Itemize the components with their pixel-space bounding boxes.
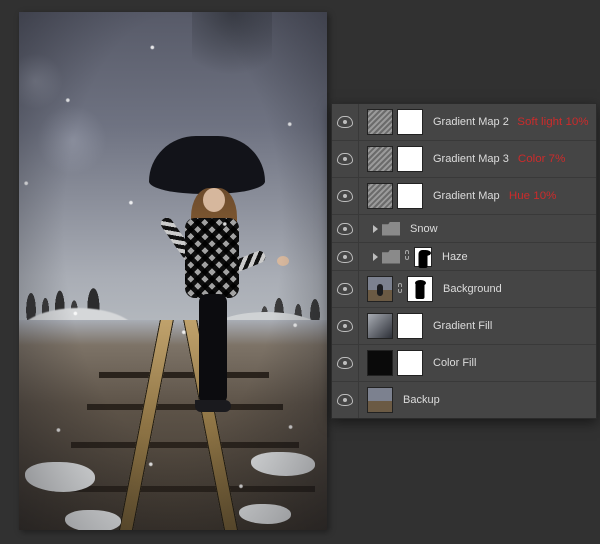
- fill-thumb[interactable]: [367, 350, 393, 376]
- mask-thumb[interactable]: [397, 313, 423, 339]
- layer-label[interactable]: Background: [443, 283, 502, 295]
- eye-icon: [337, 116, 353, 128]
- layer-group-snow[interactable]: Snow: [332, 215, 596, 243]
- layer-backup[interactable]: Backup: [332, 382, 596, 418]
- mask-thumb[interactable]: [397, 109, 423, 135]
- adjustment-thumb[interactable]: [367, 109, 393, 135]
- visibility-toggle[interactable]: [332, 104, 359, 140]
- link-icon: [404, 249, 410, 264]
- layer-label[interactable]: Snow: [410, 223, 438, 235]
- blend-annotation: Hue 10%: [509, 190, 557, 202]
- layer-label[interactable]: Gradient Map 2: [433, 116, 509, 128]
- layer-group-haze[interactable]: Haze: [332, 243, 596, 271]
- folder-icon[interactable]: [382, 222, 400, 236]
- vignette: [19, 12, 327, 530]
- visibility-toggle[interactable]: [332, 141, 359, 177]
- layer-label[interactable]: Gradient Fill: [433, 320, 492, 332]
- layer-color-fill[interactable]: Color Fill: [332, 345, 596, 382]
- link-icon: [397, 282, 403, 297]
- layer-label[interactable]: Gradient Map: [433, 190, 500, 202]
- layer-thumb[interactable]: [367, 387, 393, 413]
- eye-icon: [337, 190, 353, 202]
- layer-label[interactable]: Color Fill: [433, 357, 476, 369]
- layer-label[interactable]: Backup: [403, 394, 440, 406]
- mask-thumb[interactable]: [414, 247, 432, 267]
- disclosure-triangle-icon[interactable]: [373, 253, 378, 261]
- document-canvas[interactable]: [19, 12, 327, 530]
- layer-background[interactable]: Background: [332, 271, 596, 308]
- eye-icon: [337, 394, 353, 406]
- eye-icon: [337, 283, 353, 295]
- layer-label[interactable]: Haze: [442, 251, 468, 263]
- disclosure-triangle-icon[interactable]: [373, 225, 378, 233]
- mask-thumb[interactable]: [397, 146, 423, 172]
- visibility-toggle[interactable]: [332, 345, 359, 381]
- visibility-toggle[interactable]: [332, 215, 359, 242]
- blend-annotation: Color 7%: [518, 153, 566, 165]
- eye-icon: [337, 153, 353, 165]
- adjustment-thumb[interactable]: [367, 146, 393, 172]
- eye-icon: [337, 251, 353, 263]
- visibility-toggle[interactable]: [332, 178, 359, 214]
- mask-thumb[interactable]: [397, 350, 423, 376]
- adjustment-thumb[interactable]: [367, 183, 393, 209]
- fill-thumb[interactable]: [367, 313, 393, 339]
- visibility-toggle[interactable]: [332, 308, 359, 344]
- layer-thumb[interactable]: [367, 276, 393, 302]
- folder-icon[interactable]: [382, 250, 400, 264]
- layer-gradient-map-3[interactable]: Gradient Map 3 Color 7%: [332, 141, 596, 178]
- eye-icon: [337, 320, 353, 332]
- mask-thumb[interactable]: [397, 183, 423, 209]
- layer-gradient-map[interactable]: Gradient Map Hue 10%: [332, 178, 596, 215]
- visibility-toggle[interactable]: [332, 382, 359, 418]
- eye-icon: [337, 223, 353, 235]
- visibility-toggle[interactable]: [332, 271, 359, 307]
- visibility-toggle[interactable]: [332, 243, 359, 270]
- layer-gradient-map-2[interactable]: Gradient Map 2 Soft light 10%: [332, 104, 596, 141]
- layer-label[interactable]: Gradient Map 3: [433, 153, 509, 165]
- layer-gradient-fill[interactable]: Gradient Fill: [332, 308, 596, 345]
- blend-annotation: Soft light 10%: [517, 116, 588, 128]
- layers-panel[interactable]: Gradient Map 2 Soft light 10% Gradient M…: [331, 103, 597, 419]
- eye-icon: [337, 357, 353, 369]
- mask-thumb[interactable]: [407, 276, 433, 302]
